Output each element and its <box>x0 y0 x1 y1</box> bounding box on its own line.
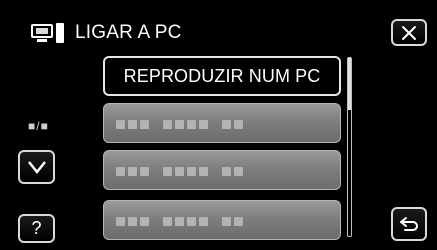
menu-item-3[interactable] <box>103 150 341 190</box>
help-button[interactable]: ? <box>18 214 55 243</box>
page-indicator: ■/■ <box>28 119 49 133</box>
back-button[interactable] <box>391 207 427 241</box>
menu-item-label: REPRODUZIR NUM PC <box>123 65 321 86</box>
return-icon <box>400 217 418 231</box>
menu-item-placeholder-text <box>116 217 243 226</box>
chevron-down-icon <box>27 161 46 175</box>
menu-item-placeholder-text <box>116 120 243 129</box>
menu-item-reproduzir-num-pc[interactable]: REPRODUZIR NUM PC <box>103 56 341 96</box>
menu-item-4[interactable] <box>103 200 341 240</box>
menu-item-2[interactable] <box>103 103 341 143</box>
close-icon <box>402 25 416 40</box>
pc-icon <box>31 22 65 44</box>
help-label: ? <box>31 218 42 238</box>
close-button[interactable] <box>391 19 427 46</box>
screen-header: LIGAR A PC <box>31 20 182 46</box>
scrollbar-thumb[interactable] <box>348 58 351 110</box>
page-title: LIGAR A PC <box>75 22 182 43</box>
menu-item-placeholder-text <box>116 167 243 176</box>
scrollbar[interactable] <box>347 57 352 237</box>
scroll-down-button[interactable] <box>18 150 55 184</box>
